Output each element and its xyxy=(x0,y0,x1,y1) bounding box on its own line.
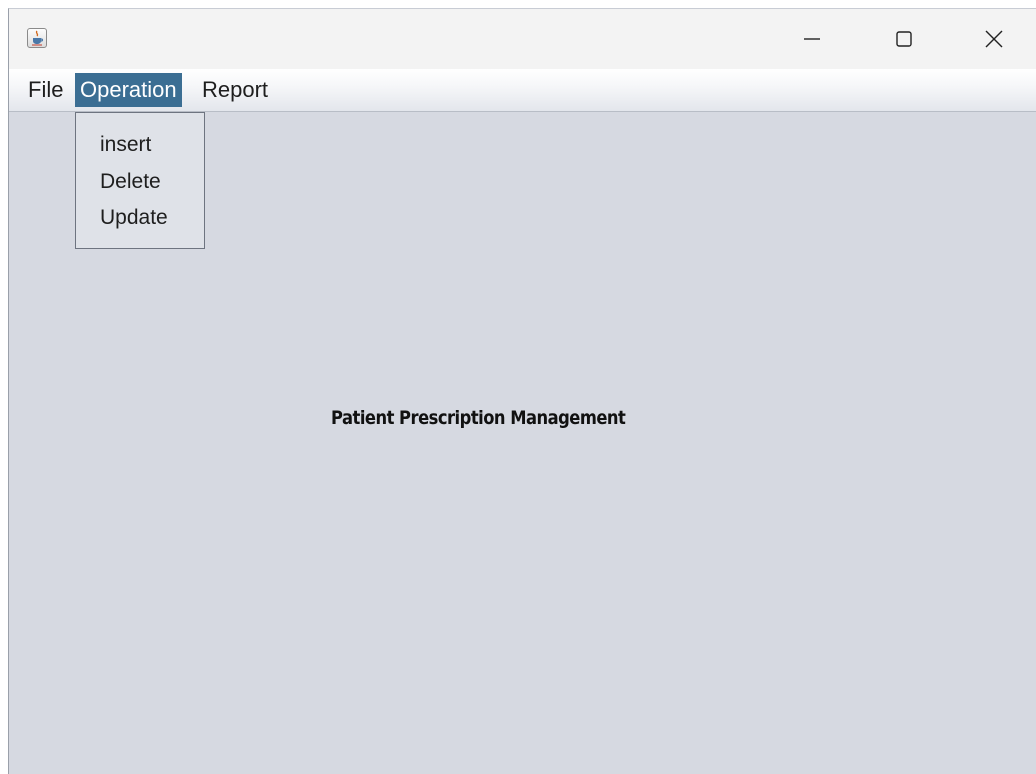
menu-report[interactable]: Report xyxy=(197,73,273,107)
page-title: Patient Prescription Management xyxy=(331,407,626,429)
minimize-button[interactable] xyxy=(789,9,835,69)
java-cup-icon[interactable] xyxy=(27,28,47,48)
minimize-icon xyxy=(804,38,820,40)
menu-item-delete[interactable]: Delete xyxy=(100,166,161,198)
app-window: File Operation Report insert Delete Upda… xyxy=(8,8,1036,774)
close-button[interactable] xyxy=(971,9,1017,69)
close-icon xyxy=(985,30,1003,48)
maximize-icon xyxy=(896,31,912,47)
maximize-button[interactable] xyxy=(881,9,927,69)
operation-dropdown-menu: insert Delete Update xyxy=(75,112,205,249)
menu-operation[interactable]: Operation xyxy=(75,73,182,107)
menu-item-update[interactable]: Update xyxy=(100,202,168,234)
menu-item-insert[interactable]: insert xyxy=(100,129,151,161)
menu-bar: File Operation Report xyxy=(9,69,1036,112)
menu-file[interactable]: File xyxy=(23,73,68,107)
title-bar[interactable] xyxy=(9,9,1036,69)
